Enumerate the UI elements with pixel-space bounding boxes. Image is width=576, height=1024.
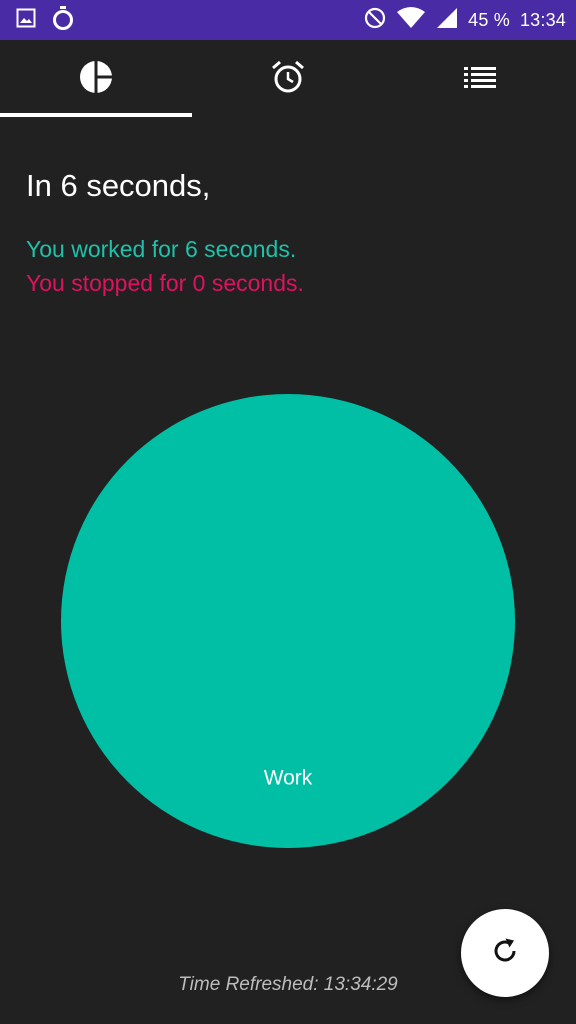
list-icon xyxy=(464,66,496,93)
wifi-icon xyxy=(396,6,426,34)
image-icon xyxy=(16,8,36,33)
status-bar: 45 % 13:34 xyxy=(0,0,576,40)
pie-chart-icon xyxy=(79,59,113,99)
tab-alarm[interactable] xyxy=(192,40,384,118)
work-pie-chart: Work xyxy=(60,393,516,849)
signal-icon xyxy=(436,7,458,34)
tab-statistics[interactable] xyxy=(0,40,192,118)
pie-chart-svg: Work xyxy=(61,394,515,848)
selected-tab-indicator xyxy=(0,113,192,117)
tab-list[interactable] xyxy=(384,40,576,118)
battery-text: 45 % xyxy=(468,9,510,30)
do-not-disturb-icon xyxy=(364,7,386,34)
tab-bar xyxy=(0,40,576,118)
time-refreshed-text: Time Refreshed: 13:34:29 xyxy=(178,974,398,995)
pie-label-work: Work xyxy=(264,767,313,790)
worked-time-text: You worked for 6 seconds. xyxy=(26,236,297,262)
refresh-icon xyxy=(490,936,520,971)
stopped-time-text: You stopped for 0 seconds. xyxy=(26,270,304,296)
status-left-icons xyxy=(16,5,74,35)
status-right-icons: 45 % 13:34 xyxy=(364,6,566,34)
clock-text: 13:34 xyxy=(519,9,566,30)
timer-icon xyxy=(52,5,74,35)
alarm-clock-icon xyxy=(271,60,305,99)
summary-title: In 6 seconds, xyxy=(26,168,211,203)
